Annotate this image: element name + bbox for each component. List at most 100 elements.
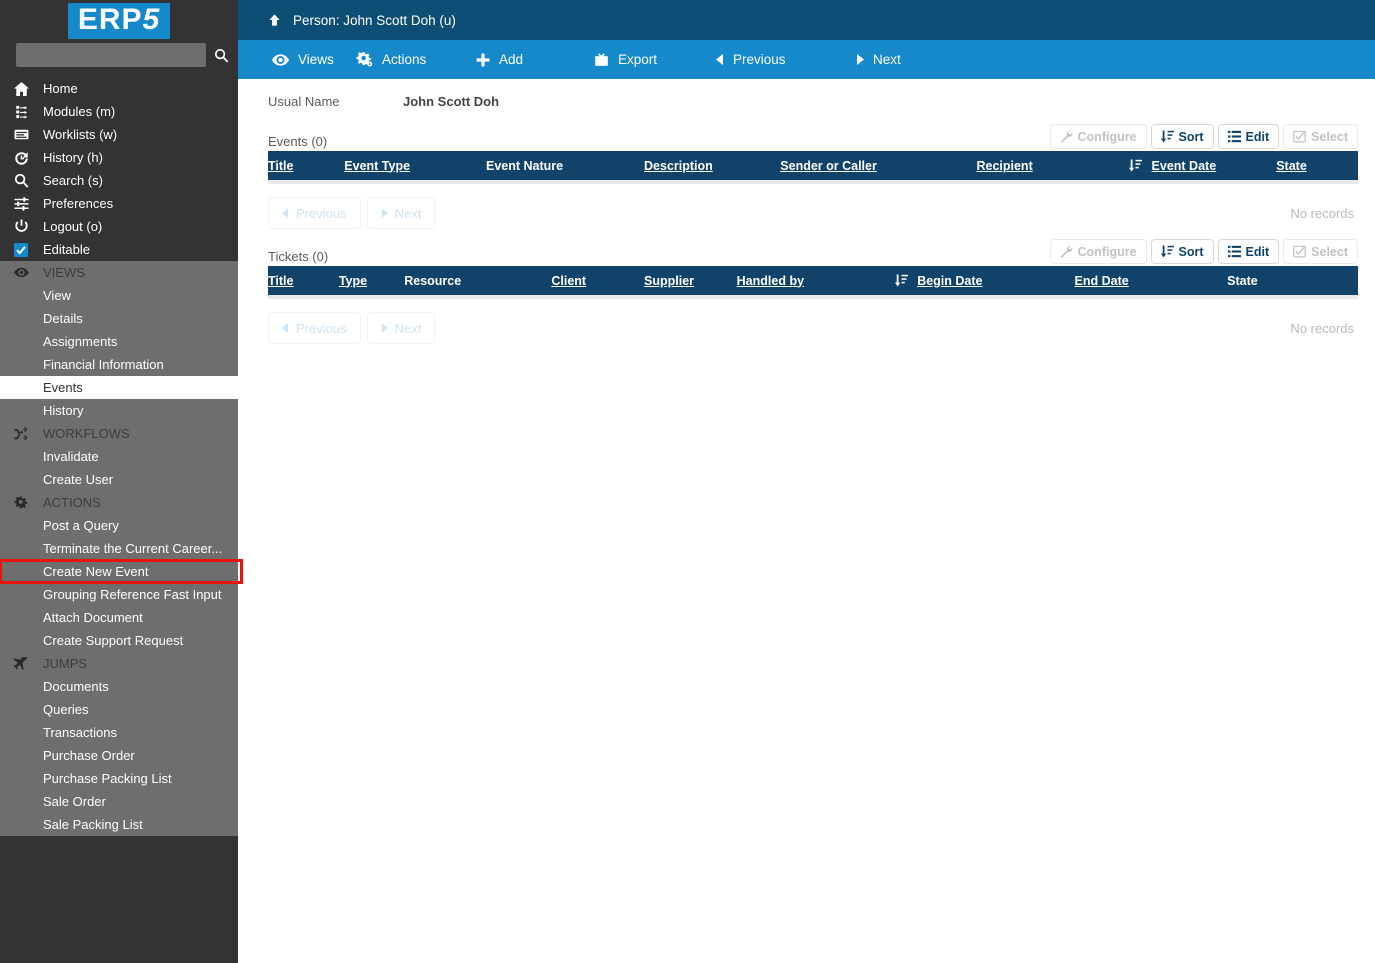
field-usual-name: Usual Name John Scott Doh	[238, 79, 1375, 117]
select-button-label: Select	[1311, 129, 1348, 144]
column-header-end-date[interactable]: End Date	[1074, 266, 1228, 295]
listbox-toolbar: Configure Sort Edit Select	[1049, 239, 1358, 266]
column-header-label: Client	[551, 273, 587, 288]
arrow-up-icon[interactable]	[268, 13, 281, 27]
main-content: Person: John Scott Doh (u) Views Actions…	[238, 0, 1375, 963]
plane-icon	[14, 656, 34, 671]
column-header-label: Sender or Caller	[780, 158, 877, 173]
sidebar-item-history[interactable]: History	[0, 399, 238, 422]
toolbar-add-label: Add	[499, 52, 524, 67]
sidebar-item-purchase-packing-list[interactable]: Purchase Packing List	[0, 767, 238, 790]
toolbar-views-label: Views	[298, 52, 334, 67]
sidebar-item-events[interactable]: Events	[0, 376, 238, 399]
eye-icon	[14, 267, 34, 278]
caret-left-icon	[282, 208, 289, 218]
sidebar-item-label: Home	[43, 81, 78, 96]
listbox-footer: Previous Next No records	[268, 184, 1358, 232]
sidebar-item-sale-packing-list[interactable]: Sale Packing List	[0, 813, 238, 836]
sidebar-item-grouping-reference-fast-input[interactable]: Grouping Reference Fast Input	[0, 583, 238, 606]
search-input[interactable]	[16, 43, 206, 67]
power-icon	[14, 219, 34, 234]
listbox-footer: Previous Next No records	[268, 299, 1358, 347]
toolbar-next-button[interactable]: Next	[856, 40, 976, 79]
sidebar-item-label: Attach Document	[43, 610, 143, 625]
sidebar-item-search-s[interactable]: Search (s)	[0, 169, 238, 192]
sidebar-item-label: Editable	[43, 242, 90, 257]
sidebar-item-label: Logout (o)	[43, 219, 103, 234]
sidebar-item-history-h[interactable]: History (h)	[0, 146, 238, 169]
breadcrumb-text[interactable]: Person: John Scott Doh (u)	[293, 13, 456, 28]
sidebar-item-preferences[interactable]: Preferences	[0, 192, 238, 215]
action-toolbar: Views Actions Add Export Previous Next	[238, 40, 1375, 79]
sidebar-item-logout-o[interactable]: Logout (o)	[0, 215, 238, 238]
sidebar-item-worklists-w[interactable]: Worklists (w)	[0, 123, 238, 146]
toolbar-views-button[interactable]: Views	[238, 40, 356, 79]
sidebar-item-editable[interactable]: Editable	[0, 238, 238, 261]
sidebar-item-create-new-event[interactable]: Create New Event	[0, 559, 243, 584]
column-header-type[interactable]: Type	[338, 266, 405, 295]
sidebar-item-post-a-query[interactable]: Post a Query	[0, 514, 238, 537]
search-icon[interactable]	[212, 45, 230, 65]
toolbar-export-label: Export	[618, 52, 658, 67]
edit-button[interactable]: Edit	[1217, 124, 1280, 149]
toolbar-add-button[interactable]: Add	[476, 40, 594, 79]
sidebar-item-transactions[interactable]: Transactions	[0, 721, 238, 744]
sidebar-item-actions: ACTIONS	[0, 491, 238, 514]
sidebar-item-queries[interactable]: Queries	[0, 698, 238, 721]
wrench-icon	[1060, 245, 1073, 258]
sidebar-item-attach-document[interactable]: Attach Document	[0, 606, 238, 629]
sidebar-item-sale-order[interactable]: Sale Order	[0, 790, 238, 813]
sidebar-item-view[interactable]: View	[0, 284, 238, 307]
column-header-recipient[interactable]: Recipient	[976, 151, 1130, 180]
sidebar-item-purchase-order[interactable]: Purchase Order	[0, 744, 238, 767]
listbox-header: Tickets (0) Configure Sort Edit Select	[268, 238, 1358, 266]
edit-button[interactable]: Edit	[1217, 239, 1280, 264]
sidebar-item-financial-information[interactable]: Financial Information	[0, 353, 238, 376]
sidebar-item-assignments[interactable]: Assignments	[0, 330, 238, 353]
sort-button[interactable]: Sort	[1150, 124, 1214, 149]
sidebar-search	[0, 39, 238, 75]
column-header-resource: Resource	[404, 266, 552, 295]
sort-button[interactable]: Sort	[1150, 239, 1214, 264]
sidebar-item-home[interactable]: Home	[0, 77, 238, 100]
erp5-logo[interactable]: ERP5	[0, 0, 238, 39]
column-header-label: State	[1227, 273, 1258, 288]
pager-previous-label: Previous	[296, 205, 347, 221]
app-root: ERP5 Home Modules (m) Worklists (w) History…	[0, 0, 1375, 963]
sidebar-item-label: Purchase Order	[43, 748, 135, 763]
column-header-handled-by[interactable]: Handled by	[736, 266, 895, 295]
sidebar-item-invalidate[interactable]: Invalidate	[0, 445, 238, 468]
column-header-title[interactable]: Title	[268, 266, 339, 295]
column-header-supplier[interactable]: Supplier	[644, 266, 737, 295]
sidebar-item-documents[interactable]: Documents	[0, 675, 238, 698]
column-header-label: Handled by	[736, 273, 805, 288]
sidebar-item-create-user[interactable]: Create User	[0, 468, 238, 491]
column-header-description[interactable]: Description	[644, 151, 781, 180]
list-icon	[1227, 130, 1241, 143]
sidebar-item-label: Purchase Packing List	[43, 771, 172, 786]
sidebar-item-label: Sale Order	[43, 794, 106, 809]
sidebar-item-details[interactable]: Details	[0, 307, 238, 330]
sidebar-item-label: Details	[43, 311, 83, 326]
sort-icon	[1160, 130, 1174, 143]
toolbar-actions-button[interactable]: Actions	[356, 40, 476, 79]
toolbar-previous-button[interactable]: Previous	[716, 40, 856, 79]
sidebar-item-terminate-the-current-career[interactable]: Terminate the Current Career...	[0, 537, 238, 560]
caret-right-icon	[381, 323, 388, 333]
caret-left-icon	[282, 323, 289, 333]
column-header-begin-date[interactable]: Begin Date	[894, 266, 1075, 295]
column-header-client[interactable]: Client	[551, 266, 645, 295]
column-header-state[interactable]: State	[1276, 151, 1358, 180]
column-header-label: Supplier	[644, 273, 695, 288]
column-header-title[interactable]: Title	[268, 151, 345, 180]
sidebar-item-modules-m[interactable]: Modules (m)	[0, 100, 238, 123]
toolbar-export-button[interactable]: Export	[594, 40, 716, 79]
table-head: Title Event Type Event Nature Descriptio…	[268, 151, 1358, 180]
edit-button-label: Edit	[1245, 129, 1270, 144]
configure-button: Configure	[1049, 124, 1147, 149]
column-header-event-type[interactable]: Event Type	[344, 151, 486, 180]
column-header-event-date[interactable]: Event Date	[1129, 151, 1277, 180]
listbox-header: Events (0) Configure Sort Edit Select	[268, 123, 1358, 151]
column-header-sender-or-caller[interactable]: Sender or Caller	[780, 151, 977, 180]
sidebar-item-create-support-request[interactable]: Create Support Request	[0, 629, 238, 652]
